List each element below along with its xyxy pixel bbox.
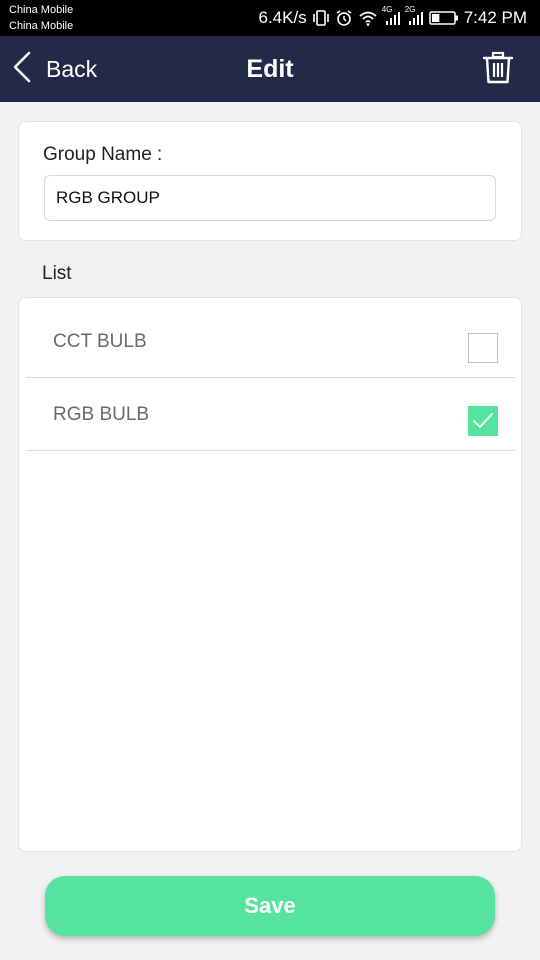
status-bar: China Mobile China Mobile 6.4K/s 4G 2G 7… (0, 0, 540, 36)
save-button[interactable]: Save (45, 876, 495, 936)
group-name-card: Group Name : (18, 121, 522, 241)
carrier-label-2: China Mobile (9, 20, 74, 32)
clock-time: 7:42 PM (463, 8, 527, 27)
list-item-rgb-bulb[interactable]: RGB BULB (26, 378, 516, 451)
checkbox-cct-bulb[interactable] (468, 333, 498, 363)
list-item-label: RGB BULB (53, 404, 150, 425)
list-item-cct-bulb[interactable]: CCT BULB (26, 305, 516, 378)
network-speed: 6.4K/s (258, 8, 307, 27)
battery-icon (428, 10, 459, 26)
status-indicators: 6.4K/s 4G 2G 7:42 PM (258, 0, 527, 36)
network-type-4g: 4G (381, 5, 393, 14)
delete-button[interactable] (478, 50, 518, 90)
carrier-label-1: China Mobile (9, 4, 74, 16)
vibrate-icon (312, 9, 330, 27)
nav-bar: Back Edit (0, 36, 540, 102)
signal-4g-icon: 4G (382, 5, 401, 27)
list-heading: List (42, 263, 72, 284)
trash-icon (482, 51, 514, 90)
wifi-icon (358, 9, 378, 27)
page-title: Edit (246, 55, 294, 83)
device-list: CCT BULB RGB BULB (18, 297, 522, 852)
network-type-2g: 2G (404, 5, 416, 14)
alarm-icon (335, 9, 353, 27)
group-name-input[interactable] (44, 175, 496, 221)
group-name-label: Group Name : (43, 144, 163, 165)
checkmark-icon (473, 413, 493, 428)
signal-2g-icon: 2G (405, 5, 424, 27)
checkbox-rgb-bulb[interactable] (468, 406, 498, 436)
list-item-label: CCT BULB (53, 331, 147, 352)
